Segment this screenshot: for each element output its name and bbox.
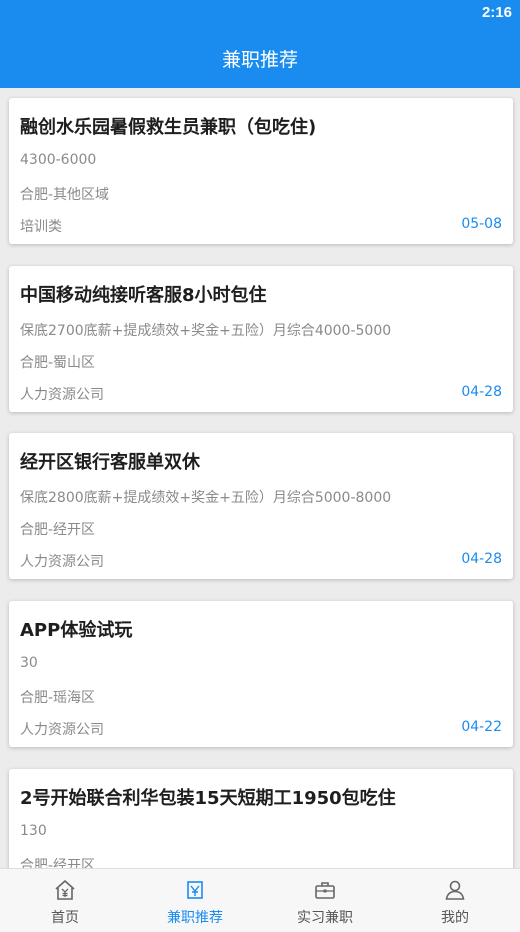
tab-label: 兼职推荐: [167, 910, 223, 926]
job-title: 融创水乐园暑假救生员兼职（包吃住): [20, 117, 317, 138]
job-category: 培训类: [20, 219, 62, 235]
home-yen-icon: [55, 880, 75, 900]
job-title: 2号开始联合利华包装15天短期工1950包吃住: [20, 788, 396, 809]
job-title: APP体验试玩: [20, 620, 133, 641]
job-salary: 保底2700底薪+提成绩效+奖金+五险）月综合4000-5000: [20, 323, 392, 339]
job-location: 合肥-瑶海区: [20, 690, 96, 706]
job-salary: 4300-6000: [20, 152, 97, 168]
tab-label: 首页: [51, 910, 79, 926]
job-salary: 保底2800底薪+提成绩效+奖金+五险）月综合5000-8000: [20, 490, 392, 506]
user-icon: [445, 880, 465, 900]
tab-mine[interactable]: 我的: [390, 869, 520, 932]
job-category: 人力资源公司: [20, 554, 104, 570]
tab-recommend[interactable]: 兼职推荐: [130, 869, 260, 932]
tab-label: 实习兼职: [297, 910, 353, 926]
status-bar: 2:16: [0, 0, 520, 28]
page-title: 兼职推荐: [221, 48, 298, 71]
bottom-tab-bar: 首页 兼职推荐 实习兼职 我的: [0, 868, 520, 932]
job-location: 合肥-经开区: [20, 522, 96, 538]
job-date: 04-22: [461, 719, 502, 735]
job-category: 人力资源公司: [20, 387, 104, 403]
job-salary: 30: [20, 655, 38, 671]
job-title: 中国移动纯接听客服8小时包住: [20, 285, 267, 306]
briefcase-icon: [315, 882, 335, 899]
job-salary: 130: [20, 823, 47, 839]
job-card[interactable]: APP体验试玩 30 合肥-瑶海区 人力资源公司 04-22: [9, 601, 513, 747]
status-time: 2:16: [481, 4, 512, 21]
job-card[interactable]: 经开区银行客服单双休 保底2800底薪+提成绩效+奖金+五险）月综合5000-8…: [9, 433, 513, 579]
tab-internship[interactable]: 实习兼职: [260, 869, 390, 932]
job-date: 05-08: [461, 216, 502, 232]
job-list[interactable]: 融创水乐园暑假救生员兼职（包吃住) 4300-6000 合肥-其他区域 培训类 …: [0, 88, 520, 868]
job-date: 04-28: [461, 551, 502, 567]
job-location: 合肥-其他区域: [20, 187, 110, 203]
recommend-icon: [187, 881, 203, 899]
job-date: 04-28: [461, 384, 502, 400]
app-header: 兼职推荐: [0, 28, 520, 88]
job-card[interactable]: 中国移动纯接听客服8小时包住 保底2700底薪+提成绩效+奖金+五险）月综合40…: [9, 266, 513, 412]
job-card[interactable]: 融创水乐园暑假救生员兼职（包吃住) 4300-6000 合肥-其他区域 培训类 …: [9, 98, 513, 244]
job-title: 经开区银行客服单双休: [20, 452, 200, 473]
job-location: 合肥-经开区: [20, 858, 96, 868]
tab-home[interactable]: 首页: [0, 869, 130, 932]
tab-label: 我的: [441, 910, 469, 926]
job-category: 人力资源公司: [20, 722, 104, 738]
job-card[interactable]: 2号开始联合利华包装15天短期工1950包吃住 130 合肥-经开区: [9, 769, 513, 868]
job-location: 合肥-蜀山区: [20, 355, 96, 371]
